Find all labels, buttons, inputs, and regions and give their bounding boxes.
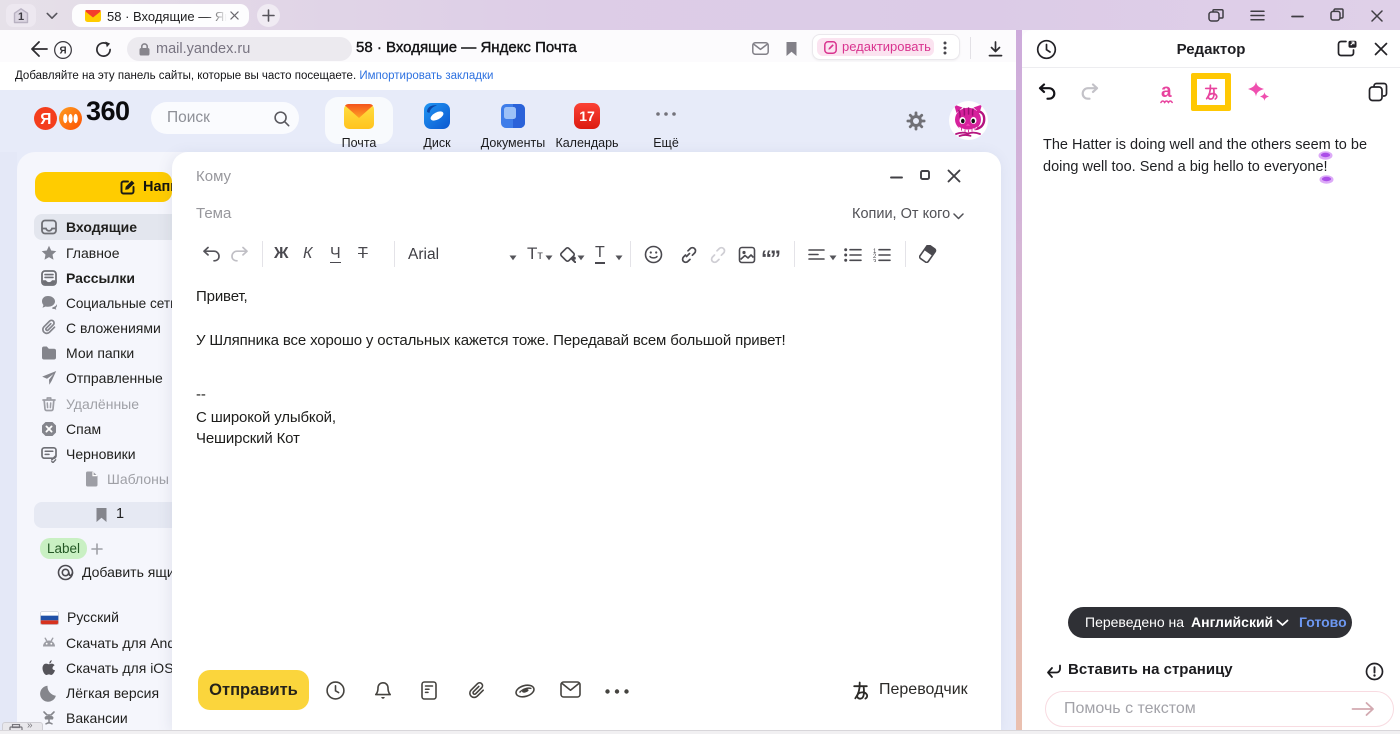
svg-text:Я: Я <box>59 45 66 56</box>
svg-text:3: 3 <box>873 260 877 263</box>
svg-text:17: 17 <box>579 108 595 124</box>
svg-text:Я: Я <box>40 111 51 128</box>
svg-text:1: 1 <box>18 11 24 23</box>
